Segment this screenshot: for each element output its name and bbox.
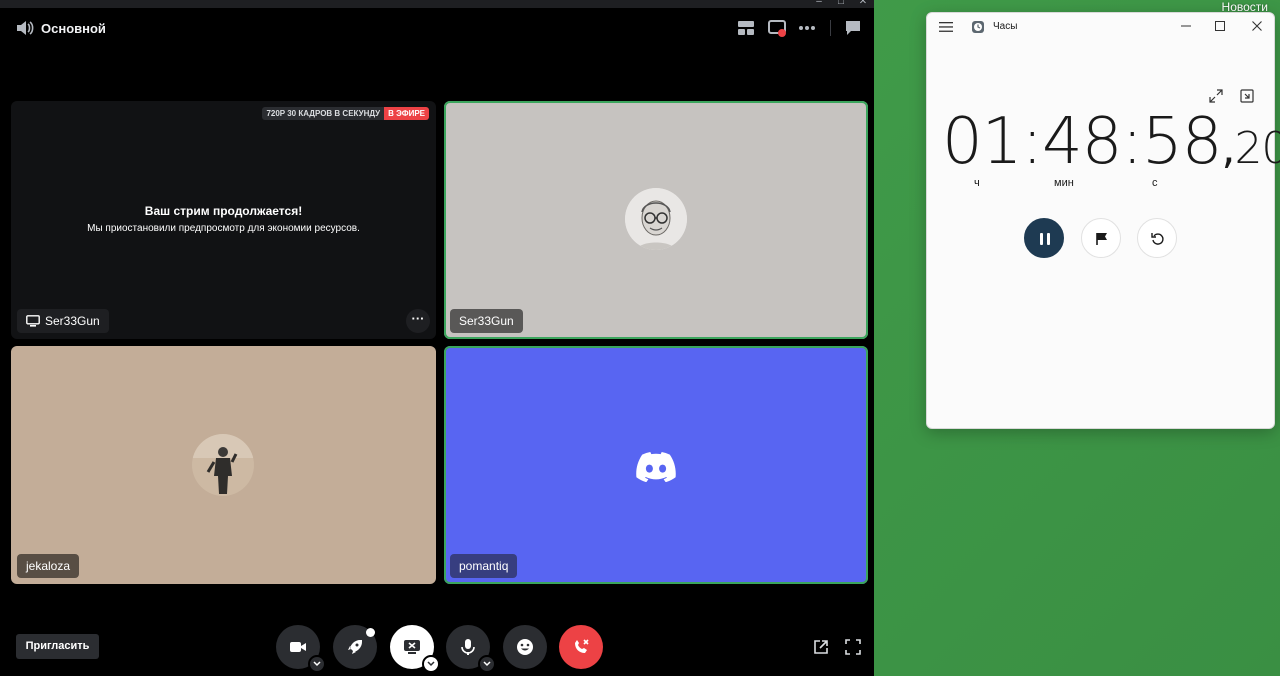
camera-icon: [290, 642, 306, 652]
stream-more-button[interactable]: ···: [406, 309, 430, 333]
voice-header: Основной: [0, 8, 874, 48]
pause-icon: [1040, 233, 1050, 245]
camera-options-button[interactable]: [308, 655, 326, 673]
participant-tile-ser33gun[interactable]: Ser33Gun: [444, 101, 868, 339]
stream-paused-subtitle: Мы приостановили предпросмотр для эконом…: [87, 223, 360, 234]
avatar: [192, 434, 254, 496]
monitor-icon: [26, 315, 40, 327]
speaker-icon: [17, 21, 34, 35]
participant-tile-jekaloza[interactable]: jekaloza: [11, 346, 436, 584]
invite-button[interactable]: Пригласить: [16, 634, 99, 659]
seconds-label: с: [1152, 177, 1158, 189]
stop-screen-share-button[interactable]: [390, 625, 440, 673]
channel-name: Основной: [41, 21, 106, 36]
more-options-icon[interactable]: [797, 18, 817, 38]
stopwatch-main-time: 01:48:58: [942, 105, 1222, 179]
microphone-button[interactable]: [446, 625, 496, 673]
participant-tile-pomantiq[interactable]: pomantiq: [444, 346, 868, 584]
lap-button[interactable]: [1081, 218, 1121, 258]
disconnect-button[interactable]: [559, 625, 603, 669]
participant-name: Ser33Gun: [450, 309, 523, 333]
screen-record-icon[interactable]: [767, 18, 787, 38]
clock-window-title: Часы: [993, 21, 1018, 32]
person-photo-icon: [192, 434, 254, 496]
clock-window: Часы 01:48:58,20 ч мин с: [926, 12, 1280, 429]
chevron-down-icon: [313, 661, 321, 667]
person-sketch-icon: [625, 188, 687, 250]
stopwatch-separator: ,: [1221, 123, 1235, 174]
minutes-label: мин: [1054, 177, 1074, 189]
header-divider: [830, 20, 831, 36]
screen-share-stop-icon: [404, 640, 420, 654]
smiley-icon: [517, 639, 533, 655]
discord-logo-icon: [636, 452, 676, 482]
hours-label: ч: [974, 177, 980, 189]
soundboard-button[interactable]: [503, 625, 547, 669]
notification-dot: [366, 628, 375, 637]
phone-hangup-icon: [575, 639, 589, 653]
expand-icon[interactable]: [1208, 88, 1224, 104]
live-badge: В ЭФИРЕ: [384, 107, 429, 120]
discord-window: – □ ✕ Основной 720P 30 КАДРОВ В СЕКУНДУ …: [0, 0, 874, 676]
grid-layout-icon[interactable]: [736, 18, 756, 38]
stream-badges: 720P 30 КАДРОВ В СЕКУНДУ В ЭФИРЕ: [262, 107, 429, 120]
discord-titlebar: – □ ✕: [0, 0, 874, 8]
stopwatch-fraction: 20: [1234, 123, 1280, 174]
maximize-icon[interactable]: [1211, 17, 1229, 35]
stream-tile[interactable]: 720P 30 КАДРОВ В СЕКУНДУ В ЭФИРЕ Ваш стр…: [11, 101, 436, 339]
chevron-down-icon: [427, 661, 435, 667]
popout-icon[interactable]: [812, 638, 830, 656]
participant-name: jekaloza: [17, 554, 80, 578]
chevron-down-icon: [483, 661, 491, 667]
rocket-icon: [348, 640, 362, 654]
microphone-icon: [461, 639, 475, 655]
camera-button[interactable]: [276, 625, 326, 673]
stream-owner-name: Ser33Gun: [45, 314, 100, 328]
screen-share-options-button[interactable]: [422, 655, 440, 673]
close-icon[interactable]: [1248, 17, 1266, 35]
maximize-icon[interactable]: □: [830, 0, 852, 8]
stopwatch-display: 01:48:58,20: [942, 105, 1280, 179]
minimize-icon[interactable]: [1177, 17, 1195, 35]
minimize-icon[interactable]: –: [808, 0, 830, 8]
stream-name-tag: Ser33Gun: [17, 309, 109, 333]
stream-paused-title: Ваш стрим продолжается!: [144, 204, 303, 218]
fullscreen-icon[interactable]: [844, 638, 862, 656]
reset-button[interactable]: [1137, 218, 1177, 258]
stream-quality-badge: 720P 30 КАДРОВ В СЕКУНДУ: [262, 107, 385, 120]
pause-button[interactable]: [1024, 218, 1064, 258]
participant-name: pomantiq: [450, 554, 518, 578]
flag-icon: [1096, 233, 1107, 245]
reset-icon: [1151, 233, 1164, 245]
compact-overlay-icon[interactable]: [1239, 88, 1255, 104]
microphone-options-button[interactable]: [478, 655, 496, 673]
close-icon[interactable]: ✕: [852, 0, 874, 8]
avatar: [625, 188, 687, 250]
clock-app-icon: [972, 21, 984, 33]
activities-button[interactable]: [333, 625, 377, 669]
chat-icon[interactable]: [843, 18, 863, 38]
hamburger-menu-icon[interactable]: [939, 21, 953, 33]
